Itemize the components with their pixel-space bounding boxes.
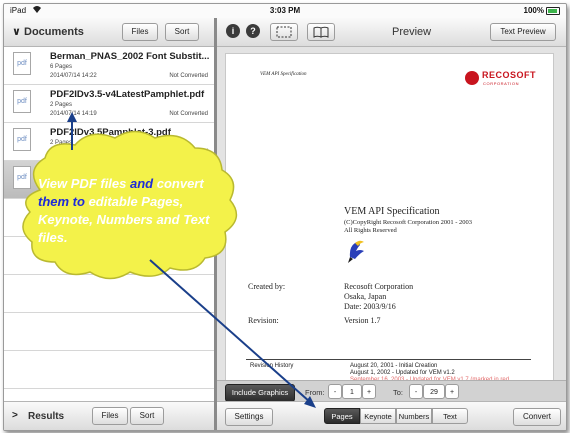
- from-page-input[interactable]: 1: [342, 384, 362, 399]
- include-graphics-toggle[interactable]: Include Graphics: [225, 384, 295, 402]
- doc-copyright: (C)CopyRight Recosoft Corporation 2001 -…: [344, 219, 473, 226]
- doc-title: VEM API Specification: [344, 206, 440, 217]
- document-name: Berman_PNAS_2002 Font Substit...: [50, 51, 210, 62]
- history-line: August 20, 2001 - Initial Creation: [350, 363, 438, 369]
- help-icon[interactable]: ?: [246, 24, 260, 38]
- recosoft-logo: RECOSOFT CORPORATION: [465, 68, 536, 90]
- callout-text-segment: them to: [38, 194, 89, 209]
- sort-button[interactable]: Sort: [165, 23, 199, 41]
- to-decrement-button[interactable]: -: [409, 384, 423, 399]
- empty-row: [4, 351, 214, 389]
- battery-percent: 100%: [523, 6, 544, 15]
- settings-button[interactable]: Settings: [225, 408, 273, 426]
- results-footer: > Results Files Sort: [4, 401, 214, 430]
- preview-footer: Settings Pages Keynote Numbers Text Conv…: [217, 401, 566, 430]
- pdf-file-icon: pdf: [13, 128, 31, 151]
- revision-value: Version 1.7: [344, 316, 381, 325]
- from-decrement-button[interactable]: -: [328, 384, 342, 399]
- callout-text-segment: View PDF files: [38, 176, 127, 191]
- preview-header: i ? Preview Text Preview: [217, 18, 566, 47]
- text-preview-button[interactable]: Text Preview: [490, 23, 556, 41]
- from-label: From:: [305, 388, 325, 397]
- pdf-file-icon: pdf: [13, 52, 31, 75]
- chevron-down-icon[interactable]: ∨: [12, 25, 21, 38]
- logo-text: RECOSOFT: [482, 70, 537, 80]
- format-pages-button[interactable]: Pages: [324, 408, 360, 424]
- format-keynote-button[interactable]: Keynote: [360, 408, 396, 424]
- doc-rights: All Rights Reserved: [344, 227, 397, 234]
- callout-text-segment: convert: [156, 176, 204, 191]
- company-location: Osaka, Japan: [344, 292, 387, 301]
- document-date: 2014/07/14 14:19: [50, 111, 97, 117]
- status-bar: iPad 3:03 PM 100%: [4, 4, 566, 18]
- results-sort-button[interactable]: Sort: [130, 407, 164, 425]
- created-by-label: Created by:: [248, 282, 286, 291]
- results-files-button[interactable]: Files: [92, 407, 128, 425]
- from-increment-button[interactable]: +: [362, 384, 376, 399]
- document-status: Not Converted: [169, 73, 208, 79]
- status-time: 3:03 PM: [269, 6, 301, 15]
- pdf-preview-page[interactable]: VEM API Specification RECOSOFT CORPORATI…: [225, 53, 554, 387]
- document-date: 2014/07/14 14:20: [50, 149, 97, 155]
- document-name: PDF2IDv3.5Pamphlet-3.pdf: [50, 127, 171, 138]
- revision-history-label: Revision History: [250, 363, 294, 369]
- document-pages: 2 Pages: [50, 140, 73, 146]
- document-status: Not Converted: [169, 149, 208, 155]
- empty-row: [4, 313, 214, 351]
- callout-text-segment: and: [126, 176, 157, 191]
- book-icon[interactable]: [307, 23, 335, 41]
- document-status: Not Converted: [169, 111, 208, 117]
- document-row[interactable]: pdf PDF2IDv3.5Pamphlet-3.pdf 2 Pages 201…: [4, 123, 214, 161]
- logo-mark-icon: [465, 71, 479, 85]
- to-page-input[interactable]: 29: [423, 384, 445, 399]
- info-icon[interactable]: i: [226, 24, 240, 38]
- revision-label: Revision:: [248, 316, 279, 325]
- company-name: Recosoft Corporation: [344, 282, 414, 291]
- logo-subtext: CORPORATION: [483, 81, 520, 86]
- doc-date: Date: 2003/9/16: [344, 302, 396, 311]
- document-name: PDF2IDv3.5-v4LatestPamphlet.pdf: [50, 89, 205, 100]
- battery-icon: [546, 7, 560, 15]
- format-numbers-button[interactable]: Numbers: [396, 408, 432, 424]
- document-row[interactable]: pdf Berman_PNAS_2002 Font Substit... 6 P…: [4, 47, 214, 85]
- bird-logo-icon: [346, 237, 368, 265]
- callout-text: View PDF files and convert them to edita…: [38, 175, 228, 247]
- preview-title: Preview: [392, 26, 432, 38]
- to-increment-button[interactable]: +: [445, 384, 459, 399]
- history-line: August 1, 2002 - Updated for VEM v1.2: [350, 370, 455, 376]
- chevron-right-icon[interactable]: >: [12, 410, 18, 421]
- empty-row: [4, 275, 214, 313]
- results-title: Results: [28, 411, 65, 422]
- history-divider: [246, 359, 531, 360]
- page-header-note: VEM API Specification: [260, 72, 307, 77]
- conversion-options-bar: Include Graphics From: - 1 + To: - 29 +: [217, 380, 566, 403]
- to-label: To:: [393, 388, 404, 397]
- document-date: 2014/07/14 14:22: [50, 73, 97, 79]
- format-text-button[interactable]: Text: [432, 408, 468, 424]
- files-button[interactable]: Files: [122, 23, 158, 41]
- convert-button[interactable]: Convert: [513, 408, 561, 426]
- preview-pane: i ? Preview Text Preview VEM API Specifi…: [217, 18, 566, 430]
- documents-title: Documents: [24, 26, 84, 38]
- document-pages: 6 Pages: [50, 64, 73, 70]
- documents-header: ∨ Documents Files Sort: [4, 18, 214, 47]
- pdf-file-icon: pdf: [13, 166, 31, 189]
- fit-page-icon[interactable]: [270, 23, 298, 41]
- document-row[interactable]: pdf PDF2IDv3.5-v4LatestPamphlet.pdf 2 Pa…: [4, 85, 214, 123]
- pdf-file-icon: pdf: [13, 90, 31, 113]
- document-pages: 2 Pages: [50, 102, 73, 108]
